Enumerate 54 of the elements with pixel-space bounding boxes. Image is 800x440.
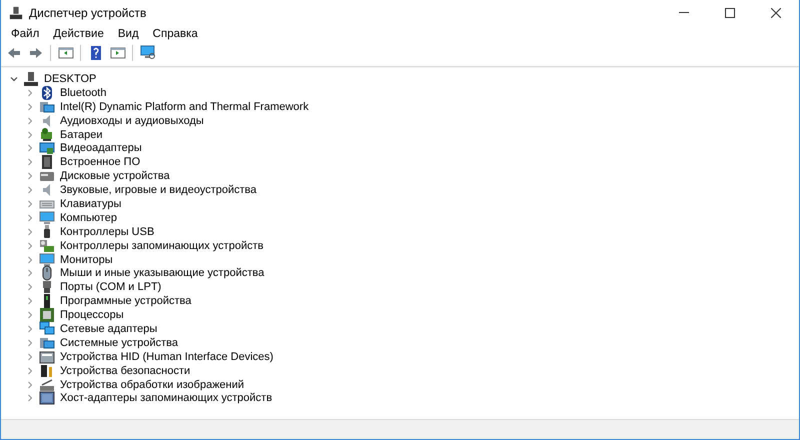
tree-item[interactable]: Процессоры xyxy=(60,309,124,322)
tree-item[interactable]: Батареи xyxy=(60,128,103,140)
tree-item[interactable]: Контроллеры USB xyxy=(60,226,154,238)
tree-item[interactable]: Порты (COM и LPT) xyxy=(60,281,162,294)
tree-item[interactable]: Мониторы xyxy=(60,254,113,266)
tree-item[interactable]: Видеоадаптеры xyxy=(60,142,142,154)
bluetooth-icon xyxy=(39,84,55,101)
chevron-down-icon xyxy=(10,74,18,83)
network-adapter-icon xyxy=(39,320,55,337)
tree-item[interactable]: Сетевые адаптеры xyxy=(60,322,158,335)
action-pane-icon xyxy=(110,45,126,61)
tree-item[interactable]: Bluetooth xyxy=(60,86,106,99)
processor-icon xyxy=(39,307,55,324)
storage-controller-icon xyxy=(39,238,55,254)
tree-item[interactable]: Intel(R) Dynamic Platform and Thermal Framework xyxy=(60,100,309,113)
console-tree-icon xyxy=(58,45,74,61)
back-arrow-icon xyxy=(6,45,22,61)
menu-item[interactable]: Справка xyxy=(146,28,204,40)
tree-item[interactable]: Устройства безопасности xyxy=(60,364,190,377)
menu-item[interactable]: Файл xyxy=(5,28,46,40)
tree-item[interactable]: Звуковые, игровые и видеоустройства xyxy=(60,184,256,196)
menu-item[interactable]: Действие xyxy=(47,28,110,40)
menu-item[interactable]: Вид xyxy=(112,28,145,40)
scanner-icon xyxy=(39,376,55,393)
tree-item[interactable]: Системные устройства xyxy=(60,336,178,349)
tree-item[interactable]: Аудиовходы и аудиовыходы xyxy=(60,114,204,127)
chip-icon xyxy=(39,154,55,170)
tree-item[interactable]: Устройства HID (Human Interface Devices) xyxy=(60,350,274,363)
host-adapter-icon xyxy=(39,390,55,406)
tree-item[interactable]: Устройства обработки изображений xyxy=(60,378,244,391)
tree-item[interactable]: Программные устройства xyxy=(60,295,192,308)
battery-icon xyxy=(39,126,55,143)
tree-item[interactable]: Хост-адаптеры запоминающих устройств xyxy=(60,392,272,404)
computer-icon xyxy=(23,70,39,87)
tree-item[interactable]: Дисковые устройства xyxy=(60,170,170,182)
maximize-icon xyxy=(725,8,735,18)
tree-item[interactable]: Контроллеры запоминающих устройств xyxy=(60,240,264,252)
tree-item[interactable]: Мыши и иные указывающие устройства xyxy=(60,267,264,280)
monitor-scan-icon xyxy=(140,45,156,61)
tree-item[interactable]: Встроенное ПО xyxy=(60,156,140,168)
forward-arrow-icon xyxy=(28,45,44,61)
window-title: Диспетчер устройств xyxy=(29,6,148,20)
tree-item[interactable]: Клавиатуры xyxy=(60,198,122,210)
display-adapter-icon xyxy=(39,140,55,156)
close-icon xyxy=(771,8,781,18)
monitor-icon xyxy=(39,210,55,226)
monitor-icon xyxy=(39,252,55,268)
hid-device-icon xyxy=(39,348,55,365)
tree-item[interactable]: Компьютер xyxy=(60,212,117,224)
monitor-scan-button[interactable] xyxy=(138,44,157,62)
device-manager-icon xyxy=(9,6,23,20)
tree-item[interactable]: DESKTOP xyxy=(44,72,96,85)
minimize-icon xyxy=(679,12,689,13)
key-device-icon xyxy=(39,362,55,379)
